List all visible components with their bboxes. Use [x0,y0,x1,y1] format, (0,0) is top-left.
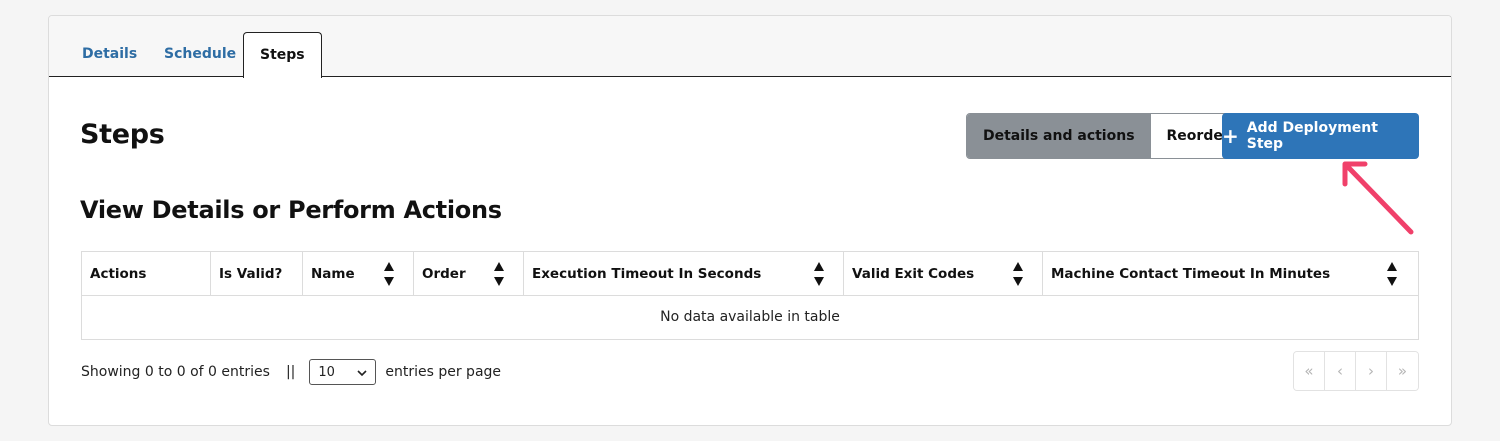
per-page-label: entries per page [385,364,502,380]
column-header-name[interactable]: Name [303,252,414,296]
column-header-order[interactable]: Order [414,252,524,296]
sort-icon[interactable] [493,260,505,288]
column-header-actions: Actions [82,252,211,296]
chevron-down-icon [357,367,367,377]
next-page-button[interactable]: › [1356,352,1387,390]
view-toggle-group: Details and actions Reorder [966,113,1247,159]
steps-card: Details Schedule Steps Steps Details and… [48,15,1452,426]
column-header-execution-timeout[interactable]: Execution Timeout In Seconds [524,252,844,296]
column-header-valid-exit-codes[interactable]: Valid Exit Codes [844,252,1043,296]
first-page-button[interactable]: « [1294,352,1325,390]
empty-table-message: No data available in table [660,309,840,325]
page-size-select[interactable]: 10 [309,359,377,385]
tab-details[interactable]: Details [66,32,153,77]
column-label: Valid Exit Codes [852,266,975,282]
annotation-arrow-icon [1342,161,1414,235]
page-title: Steps [80,119,165,150]
page-size-value: 10 [318,364,335,380]
column-label: Is Valid? [219,266,283,282]
entries-info: Showing 0 to 0 of 0 entries [81,364,270,380]
column-label: Order [422,266,466,282]
column-header-machine-contact-timeout[interactable]: Machine Contact Timeout In Minutes [1043,252,1418,296]
last-page-button[interactable]: » [1387,352,1418,390]
section-title: View Details or Perform Actions [80,196,502,224]
tab-steps[interactable]: Steps [243,32,322,78]
table-footer: Showing 0 to 0 of 0 entries || 10 entrie… [81,359,501,385]
sort-icon[interactable] [813,260,825,288]
details-and-actions-button[interactable]: Details and actions [967,114,1151,158]
column-label: Machine Contact Timeout In Minutes [1051,266,1331,282]
steps-table: Actions Is Valid? Name Order Execution T… [81,251,1419,340]
tab-schedule[interactable]: Schedule [148,32,252,77]
column-label: Actions [90,266,147,282]
column-label: Name [311,266,355,282]
sort-icon[interactable] [1012,260,1024,288]
add-deployment-step-label: Add Deployment Step [1246,120,1378,152]
plus-icon: + [1222,124,1239,148]
sort-icon[interactable] [1386,260,1398,288]
column-header-is-valid: Is Valid? [211,252,303,296]
previous-page-button[interactable]: ‹ [1325,352,1356,390]
tab-bar: Details Schedule Steps [49,16,1451,78]
footer-separator: || [285,364,296,380]
pagination: « ‹ › » [1293,351,1419,391]
column-label: Execution Timeout In Seconds [532,266,762,282]
table-header: Actions Is Valid? Name Order Execution T… [82,252,1418,296]
table-body: No data available in table [82,296,1418,339]
sort-icon[interactable] [383,260,395,288]
